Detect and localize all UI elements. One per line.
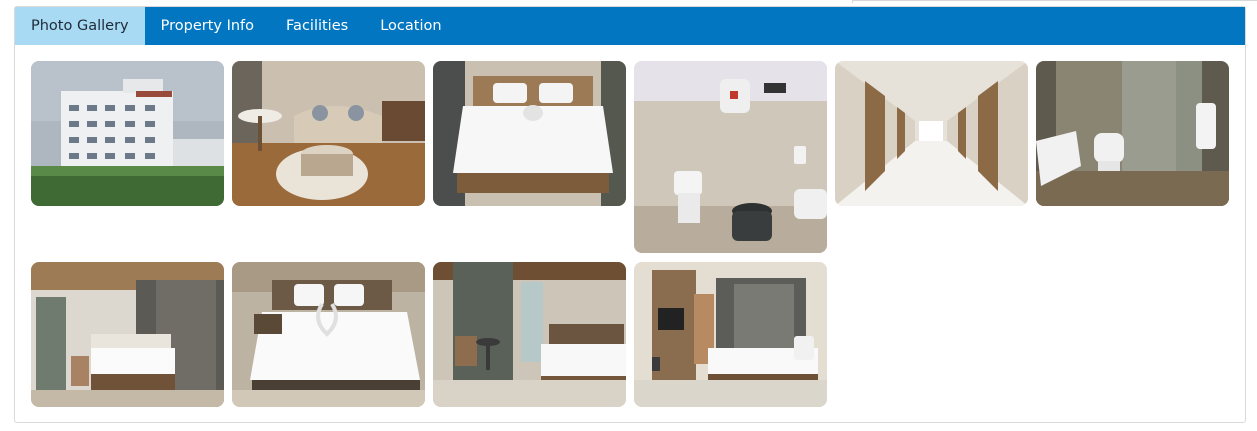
bathroom-geyser-image bbox=[634, 61, 827, 253]
gallery-photo-bedroom-towel-swans[interactable] bbox=[232, 262, 425, 407]
tab-bar: Photo Gallery Property Info Facilities L… bbox=[15, 7, 1245, 45]
gallery-photo-bathroom-shower[interactable] bbox=[1036, 61, 1229, 206]
gallery-photo-bedroom-window[interactable] bbox=[31, 262, 224, 407]
top-divider bbox=[852, 0, 1257, 3]
gallery-photo-bedroom-sitting-area[interactable] bbox=[433, 262, 626, 407]
corridor-image bbox=[835, 61, 1028, 206]
gallery-photo-bathroom-geyser[interactable] bbox=[634, 61, 827, 253]
tab-photo-gallery[interactable]: Photo Gallery bbox=[15, 7, 145, 45]
tab-location[interactable]: Location bbox=[364, 7, 457, 45]
property-details-panel: Photo Gallery Property Info Facilities L… bbox=[14, 6, 1246, 423]
tab-property-info[interactable]: Property Info bbox=[145, 7, 270, 45]
bedroom-tv-image bbox=[634, 262, 827, 407]
bedroom-window-image bbox=[31, 262, 224, 407]
bedroom-towel-swans-image bbox=[232, 262, 425, 407]
gallery-photo-bedroom-tv[interactable] bbox=[634, 262, 827, 407]
hotel-exterior-image bbox=[31, 61, 224, 206]
gallery-photo-corridor[interactable] bbox=[835, 61, 1028, 206]
tab-facilities[interactable]: Facilities bbox=[270, 7, 364, 45]
bathroom-shower-image bbox=[1036, 61, 1229, 206]
gallery-photo-hotel-exterior[interactable] bbox=[31, 61, 224, 206]
gallery-photo-bedroom[interactable] bbox=[433, 61, 626, 206]
lounge-seating-image bbox=[232, 61, 425, 206]
bedroom-sitting-area-image bbox=[433, 262, 626, 407]
gallery-photo-lounge-seating[interactable] bbox=[232, 61, 425, 206]
bedroom-image bbox=[433, 61, 626, 206]
photo-gallery bbox=[31, 61, 1231, 411]
